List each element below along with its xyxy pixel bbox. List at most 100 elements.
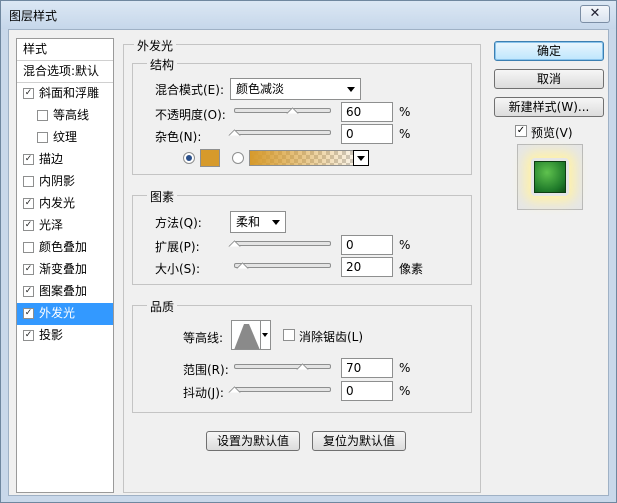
opacity-label: 不透明度(O): xyxy=(155,108,226,122)
elements-group: 图素 方法(Q): 柔和 扩展(P): 0 % 大小(S): 20 像素 xyxy=(132,188,472,285)
new-style-button[interactable]: 新建样式(W)... xyxy=(494,97,604,117)
opacity-slider[interactable] xyxy=(234,106,331,116)
jitter-unit: % xyxy=(399,384,411,398)
close-button[interactable]: ✕ xyxy=(580,5,610,23)
size-unit: 像素 xyxy=(399,262,424,276)
chevron-down-icon xyxy=(347,87,355,92)
size-slider[interactable] xyxy=(234,261,331,271)
technique-select[interactable]: 柔和 xyxy=(230,211,286,233)
style-item-checkbox[interactable] xyxy=(23,242,34,253)
contour-picker[interactable] xyxy=(231,320,261,350)
glow-color-swatch[interactable] xyxy=(200,149,220,167)
style-item[interactable]: ✓ 内发光 xyxy=(17,193,113,215)
blend-mode-value: 颜色减淡 xyxy=(236,82,285,96)
gradient-dropdown[interactable] xyxy=(353,150,369,166)
chevron-down-icon xyxy=(357,156,365,161)
title-bar: 图层样式 ✕ xyxy=(1,1,616,29)
noise-slider[interactable] xyxy=(234,128,331,138)
dialog-title: 图层样式 xyxy=(9,9,58,23)
opacity-input[interactable]: 60 xyxy=(341,102,393,122)
style-item-checkbox[interactable]: ✓ xyxy=(23,198,34,209)
preview-checkbox[interactable]: ✓ xyxy=(515,125,527,137)
style-item[interactable]: ✓ 光泽 xyxy=(17,215,113,237)
spread-unit: % xyxy=(399,238,411,252)
range-label: 范围(R): xyxy=(183,363,229,377)
layer-style-dialog: 图层样式 ✕ 样式 混合选项:默认 ✓ 斜面和浮雕 等高线 纹理 ✓ 描边 内阴影 ✓ 内发光 ✓… xyxy=(0,0,617,503)
spread-slider[interactable] xyxy=(234,239,331,249)
style-item-checkbox[interactable]: ✓ xyxy=(23,330,34,341)
range-unit: % xyxy=(399,361,411,375)
panel-title: 外发光 xyxy=(134,37,177,54)
style-item[interactable]: ✓ 图案叠加 xyxy=(17,281,113,303)
technique-value: 柔和 xyxy=(236,215,261,229)
blend-mode-label: 混合模式(E): xyxy=(155,83,224,97)
structure-title: 结构 xyxy=(147,56,178,73)
style-item-label: 颜色叠加 xyxy=(39,240,88,254)
spread-input[interactable]: 0 xyxy=(341,235,393,255)
contour-curve-icon xyxy=(234,324,260,349)
style-item[interactable]: 等高线 xyxy=(17,105,113,127)
style-item-label: 等高线 xyxy=(53,108,90,122)
style-item[interactable]: ✓ 渐变叠加 xyxy=(17,259,113,281)
gradient-radio[interactable] xyxy=(232,152,244,164)
noise-label: 杂色(N): xyxy=(155,130,202,144)
style-item-label: 外发光 xyxy=(39,306,76,320)
style-item[interactable]: 内阴影 xyxy=(17,171,113,193)
style-item-checkbox[interactable]: ✓ xyxy=(23,154,34,165)
chevron-down-icon xyxy=(262,333,268,337)
reset-default-button[interactable]: 复位为默认值 xyxy=(312,431,406,451)
solid-color-radio[interactable] xyxy=(183,152,195,164)
range-input[interactable]: 70 xyxy=(341,358,393,378)
styles-list: 样式 混合选项:默认 ✓ 斜面和浮雕等高线纹理 ✓ 描边内阴影 ✓ 内发光 ✓ 光泽颜色叠加 ✓… xyxy=(16,38,114,493)
range-slider[interactable] xyxy=(234,362,331,372)
style-item-label: 图案叠加 xyxy=(39,284,88,298)
style-item[interactable]: ✓ 斜面和浮雕 xyxy=(17,83,113,105)
size-label: 大小(S): xyxy=(155,262,201,276)
jitter-label: 抖动(J): xyxy=(183,386,224,400)
style-item[interactable]: ✓ 投影 xyxy=(17,325,113,347)
style-item-checkbox[interactable] xyxy=(37,110,48,121)
preview-label: 预览(V) xyxy=(531,126,573,140)
chevron-down-icon xyxy=(272,220,280,225)
style-item-label: 内发光 xyxy=(39,196,76,210)
spread-label: 扩展(P): xyxy=(155,240,200,254)
style-preview xyxy=(517,144,583,210)
gradient-picker[interactable] xyxy=(249,150,369,166)
contour-label: 等高线: xyxy=(183,331,224,345)
antialias-label: 消除锯齿(L) xyxy=(299,330,364,344)
cancel-button[interactable]: 取消 xyxy=(494,69,604,89)
structure-group: 结构 混合模式(E): 颜色减淡 不透明度(O): 60 % 杂色(N): 0 … xyxy=(132,56,472,175)
blend-options-item[interactable]: 混合选项:默认 xyxy=(17,61,113,83)
jitter-slider[interactable] xyxy=(234,385,331,395)
style-item-label: 渐变叠加 xyxy=(39,262,88,276)
style-item[interactable]: 纹理 xyxy=(17,127,113,149)
style-item-checkbox[interactable]: ✓ xyxy=(23,264,34,275)
style-item-checkbox[interactable]: ✓ xyxy=(23,88,34,99)
blend-mode-select[interactable]: 颜色减淡 xyxy=(230,78,361,100)
style-item-label: 内阴影 xyxy=(39,174,76,188)
contour-dropdown[interactable] xyxy=(261,320,271,350)
technique-label: 方法(Q): xyxy=(155,216,202,230)
outer-glow-panel: 外发光 结构 混合模式(E): 颜色减淡 不透明度(O): 60 % 杂色(N)… xyxy=(123,37,481,493)
jitter-input[interactable]: 0 xyxy=(341,381,393,401)
noise-unit: % xyxy=(399,127,411,141)
style-item-checkbox[interactable]: ✓ xyxy=(23,220,34,231)
preview-thumbnail xyxy=(534,161,566,193)
ok-button[interactable]: 确定 xyxy=(494,41,604,61)
make-default-button[interactable]: 设置为默认值 xyxy=(206,431,300,451)
style-item-checkbox[interactable] xyxy=(37,132,48,143)
styles-list-header[interactable]: 样式 xyxy=(17,39,113,61)
style-item-label: 描边 xyxy=(39,152,64,166)
style-item-label: 光泽 xyxy=(39,218,64,232)
style-item[interactable]: ✓ 外发光 xyxy=(17,303,113,325)
style-item[interactable]: ✓ 描边 xyxy=(17,149,113,171)
antialias-checkbox[interactable] xyxy=(283,329,295,341)
style-item[interactable]: 颜色叠加 xyxy=(17,237,113,259)
size-input[interactable]: 20 xyxy=(341,257,393,277)
style-item-checkbox[interactable]: ✓ xyxy=(23,308,34,319)
quality-group: 品质 等高线: 消除锯齿(L) 范围(R): 70 % 抖动(J): 0 % xyxy=(132,298,472,413)
noise-input[interactable]: 0 xyxy=(341,124,393,144)
style-item-label: 斜面和浮雕 xyxy=(39,86,100,100)
style-item-checkbox[interactable]: ✓ xyxy=(23,286,34,297)
style-item-checkbox[interactable] xyxy=(23,176,34,187)
